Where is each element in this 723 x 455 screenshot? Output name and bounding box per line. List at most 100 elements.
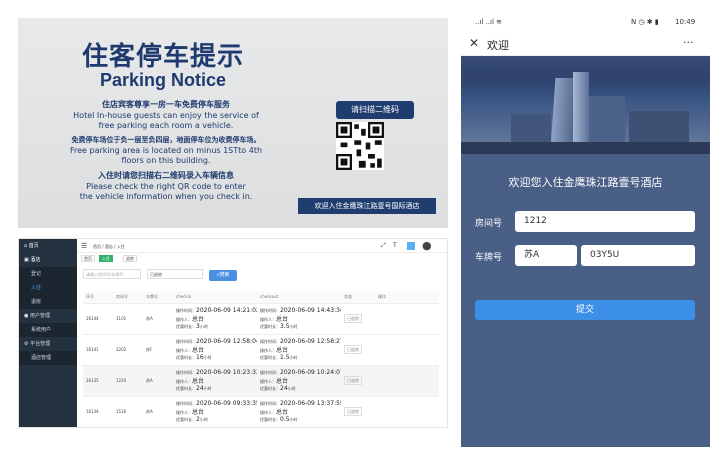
cell-room: 1220 xyxy=(113,365,143,397)
close-icon[interactable]: ✕ xyxy=(469,36,479,50)
status-badge[interactable]: 已退房 xyxy=(344,406,362,416)
cell-status: 已退房 xyxy=(341,303,375,335)
clock: 10:49 xyxy=(675,18,696,26)
cell-checkout: 操作时间：2020-06-09 14:43:34 操作人：总台 优惠时长：3.5… xyxy=(257,303,341,335)
signal-icon: ..ıl ..ıl ≋ xyxy=(475,18,502,26)
fullscreen-icon[interactable]: ⤢ xyxy=(381,242,386,250)
search-input[interactable]: 请输入房间号/车牌号 xyxy=(83,269,141,279)
qr-code-icon xyxy=(336,122,384,170)
sign-line: Free parking area is located on minus 1S… xyxy=(69,146,263,155)
sidebar-item-checkin[interactable]: 入住 xyxy=(19,281,77,295)
sign-line: Please check the right QR code to enter xyxy=(86,182,246,191)
status-icons: N ◷ ✱ ▮ xyxy=(631,18,659,26)
font-size-icon[interactable]: T xyxy=(393,242,397,249)
avatar[interactable]: ● xyxy=(422,239,432,252)
col-header: 车牌号 xyxy=(143,291,173,304)
tab-home[interactable]: 首页 xyxy=(81,255,95,262)
cell-plate: 苏A xyxy=(143,396,173,427)
scan-qr-label: 请扫描二维码 xyxy=(336,101,414,119)
sidebar-item-system-users[interactable]: 系统用户 xyxy=(19,323,77,337)
cell-checkin: 操作时间：2020-06-09 09:33:35 操作人：总台 优惠时长：2小时 xyxy=(173,396,257,427)
admin-panel: ⌂ 首页 ▣ 酒店 登记 入住 退房 ● 用户管理 系统用户 ⚙ 平台管理 酒店… xyxy=(18,238,448,428)
status-badge[interactable]: 已退房 xyxy=(344,313,362,323)
sign-line: 入住时请您扫描右二维码录入车辆信息 xyxy=(98,171,234,180)
plate-prefix-select[interactable]: 苏A xyxy=(515,245,577,266)
cell-status: 已退房 xyxy=(341,334,375,366)
cell-actions xyxy=(375,303,439,335)
welcome-text: 欢迎您入住金鹰珠江路壹号酒店 xyxy=(508,176,663,189)
sign-line: floors on this building. xyxy=(121,156,211,165)
status-badge[interactable]: 已退房 xyxy=(344,375,362,385)
cell-room: 2202 xyxy=(113,334,143,366)
sidebar-item-hotel-manage[interactable]: 酒店管理 xyxy=(19,351,77,365)
cell-id: 16135 xyxy=(83,365,113,397)
sign-title-en: Parking Notice xyxy=(99,70,227,90)
room-label: 房间号 xyxy=(475,219,503,229)
sign-line: Hotel In-house guests can enjoy the serv… xyxy=(73,111,259,120)
cell-id: 16141 xyxy=(83,334,113,366)
cell-actions xyxy=(375,396,439,427)
plate-number-input[interactable]: 03Y5U xyxy=(581,245,695,266)
top-bar: ☰ 首页 / 酒店 / 入住 ⤢ T ● xyxy=(77,239,447,253)
sidebar-item-home[interactable]: ⌂ 首页 xyxy=(19,239,77,253)
hotel-banner-image xyxy=(461,56,710,154)
col-header: 房间号 xyxy=(113,291,143,304)
cell-status: 已退房 xyxy=(341,365,375,397)
cell-checkout: 操作时间：2020-06-09 13:37:55 操作人：总台 优惠时长：0.5… xyxy=(257,396,341,427)
sign-welcome-banner: 欢迎入住金鹰珠江路壹号国际酒店 xyxy=(298,198,436,214)
sign-line: the vehicle information when you check i… xyxy=(79,192,253,201)
col-header: checkin xyxy=(173,291,257,304)
search-button[interactable]: ⌕搜索 xyxy=(209,270,237,281)
sidebar-item-platform[interactable]: ⚙ 平台管理 xyxy=(19,337,77,351)
page-title: 欢迎 xyxy=(487,39,509,52)
cell-room: 1101 xyxy=(113,303,143,335)
cell-checkin: 操作时间：2020-06-09 14:21:02 操作人：总台 优惠时长：3小时 xyxy=(173,303,257,335)
admin-main: ☰ 首页 / 酒店 / 入住 ⤢ T ● 首页 入住 退房 请输入房间号/车牌号… xyxy=(77,239,447,427)
cell-checkin: 操作时间：2020-06-09 12:58:04 操作人：总台 优惠时长：16小… xyxy=(173,334,257,366)
sign-line: 住店宾客尊享一房一车免费停车服务 xyxy=(102,100,230,109)
breadcrumb: 首页 / 酒店 / 入住 xyxy=(93,244,125,249)
tab-bar: 首页 入住 退房 xyxy=(77,253,447,263)
cell-id: 16144 xyxy=(83,303,113,335)
sidebar-item-register[interactable]: 登记 xyxy=(19,267,77,281)
col-header: 序号 xyxy=(83,291,113,304)
table-header: 序号 房间号 车牌号 checkin checkout 状态 操作 xyxy=(83,291,439,304)
tab-checkout[interactable]: 退房 xyxy=(123,255,137,262)
submit-button[interactable]: 提交 xyxy=(475,300,695,320)
sidebar-item-users[interactable]: ● 用户管理 xyxy=(19,309,77,323)
phone-screen: ..ıl ..ıl ≋ N ◷ ✱ ▮ 10:49 ✕ 欢迎 ··· 欢迎您入住… xyxy=(461,12,710,447)
tab-checkin[interactable]: 入住 xyxy=(99,255,113,262)
table-row: 16134 1516 苏A 操作时间：2020-06-09 09:33:35 操… xyxy=(83,396,439,427)
table-row: 16135 1220 苏A 操作时间：2020-06-09 10:23:33 操… xyxy=(83,365,439,397)
theme-icon[interactable] xyxy=(407,242,415,250)
sidebar-item-checkout[interactable]: 退房 xyxy=(19,295,77,309)
col-header: checkout xyxy=(257,291,341,304)
sidebar-item-hotel[interactable]: ▣ 酒店 xyxy=(19,253,77,267)
table-row: 16141 2202 苏F 操作时间：2020-06-09 12:58:04 操… xyxy=(83,334,439,366)
cell-plate: 苏A xyxy=(143,365,173,397)
cell-status: 已退房 xyxy=(341,396,375,427)
cell-actions xyxy=(375,365,439,397)
room-input[interactable]: 1212 xyxy=(515,211,695,232)
more-icon[interactable]: ··· xyxy=(683,36,694,49)
status-bar: ..ıl ..ıl ≋ N ◷ ✱ ▮ 10:49 xyxy=(461,12,710,32)
menu-icon[interactable]: ☰ xyxy=(81,242,87,250)
cell-room: 1516 xyxy=(113,396,143,427)
cell-plate: 苏F xyxy=(143,334,173,366)
parking-notice-photo: 住客停车提示 Parking Notice 住店宾客尊享一房一车免费停车服务 H… xyxy=(18,18,448,228)
sign-line: 免费停车场位于负一层至负四层，地面停车位为收费停车场。 xyxy=(71,136,261,144)
cell-actions xyxy=(375,334,439,366)
cell-plate: 苏A xyxy=(143,303,173,335)
status-select[interactable]: 已退房 xyxy=(147,269,203,279)
sign-line: free parking each room a vehicle. xyxy=(98,121,234,130)
nav-bar: ✕ 欢迎 ··· xyxy=(461,32,710,56)
cell-checkin: 操作时间：2020-06-09 10:23:33 操作人：总台 优惠时长：24小… xyxy=(173,365,257,397)
table-row: 16144 1101 苏A 操作时间：2020-06-09 14:21:02 操… xyxy=(83,303,439,335)
plate-label: 车牌号 xyxy=(475,253,503,263)
cell-id: 16134 xyxy=(83,396,113,427)
sign-title-cn: 住客停车提示 xyxy=(81,42,244,72)
col-header: 状态 xyxy=(341,291,375,304)
cell-checkout: 操作时间：2020-06-09 10:24:07 操作人：总台 优惠时长：24小… xyxy=(257,365,341,397)
status-badge[interactable]: 已退房 xyxy=(344,344,362,354)
sidebar: ⌂ 首页 ▣ 酒店 登记 入住 退房 ● 用户管理 系统用户 ⚙ 平台管理 酒店… xyxy=(19,239,77,427)
